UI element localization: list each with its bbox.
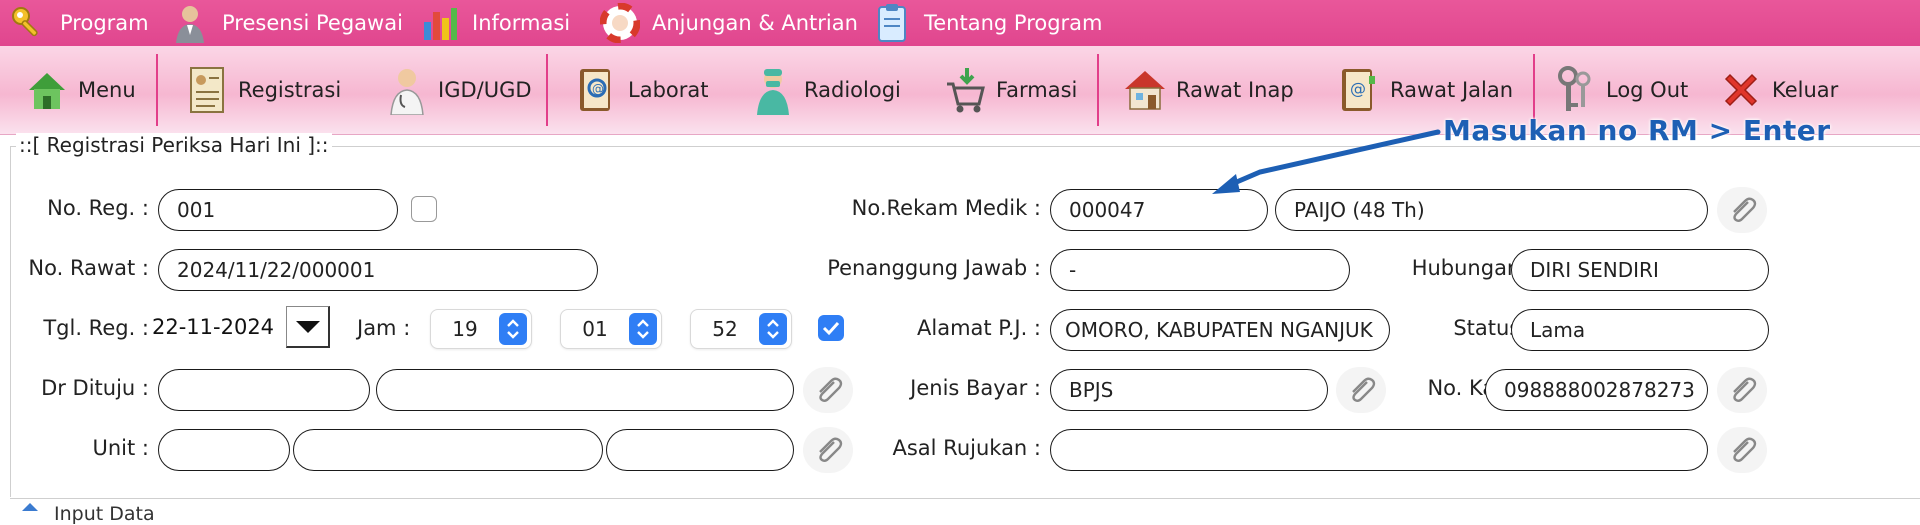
input-data-tab-label[interactable]: Input Data [54,503,155,525]
annotation-arrow [1212,129,1441,194]
input-data-icon [20,501,40,521]
annotation-text: Masukan no RM > Enter [1443,114,1831,147]
